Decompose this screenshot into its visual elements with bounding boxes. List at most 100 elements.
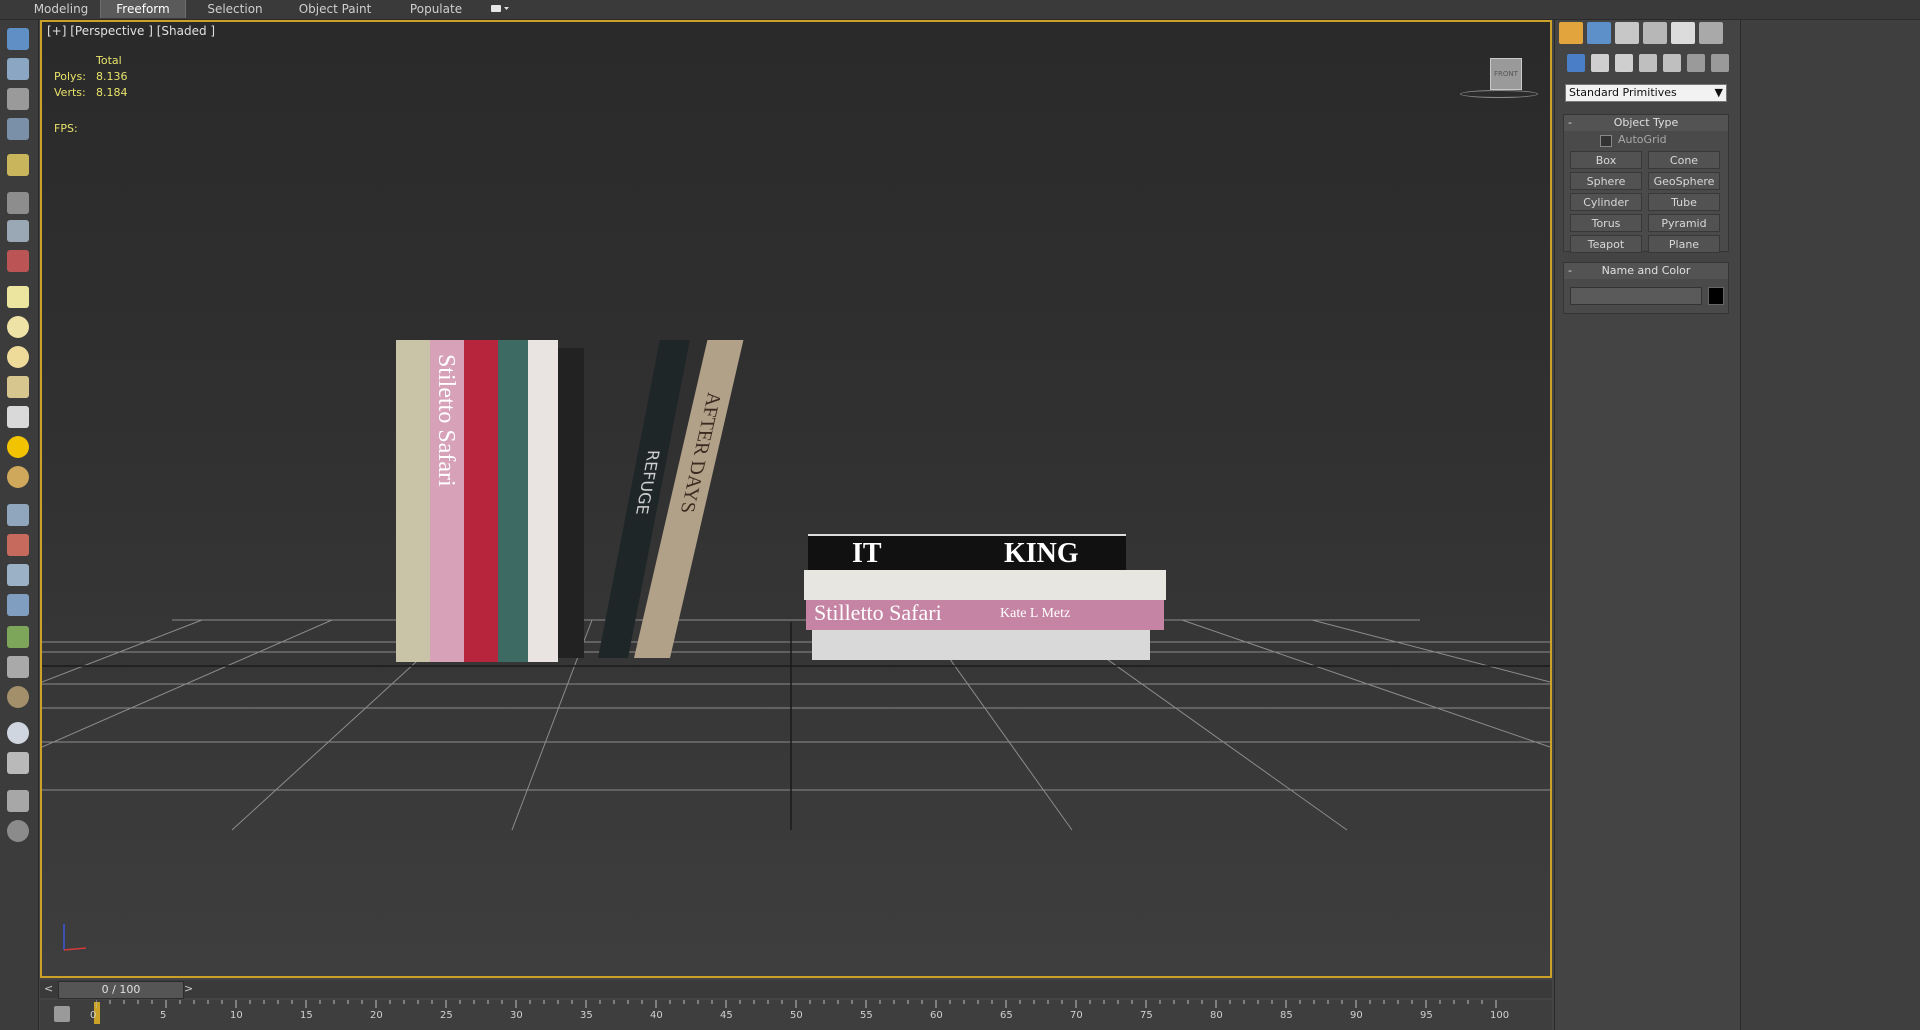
mesh-icon[interactable] — [7, 564, 29, 586]
perspective-viewport[interactable]: [+] [Perspective ] [Shaded ] Total Polys… — [40, 20, 1552, 978]
help-icon[interactable] — [7, 820, 29, 842]
checker-icon[interactable] — [7, 752, 29, 774]
teapot-object-icon[interactable] — [7, 376, 29, 398]
mini-curve-editor-icon[interactable] — [54, 1006, 70, 1022]
viewcube-face-label: FRONT — [1494, 70, 1518, 78]
book-stack-white[interactable] — [804, 570, 1166, 600]
teapot-icon[interactable] — [7, 28, 29, 50]
shader-ball-icon[interactable] — [7, 722, 29, 744]
sphere-icon[interactable] — [7, 346, 29, 368]
time-slider-bar[interactable]: < 0 / 100 > — [40, 980, 1552, 999]
stats-header: Total — [96, 54, 122, 67]
book-stack-stiletto-safari[interactable]: Stilletto Safari Kate L Metz — [806, 600, 1164, 630]
book-it-title: IT — [852, 538, 882, 569]
shapes-icon[interactable] — [1591, 54, 1609, 72]
primitives-dropdown[interactable]: Standard Primitives ▼ — [1565, 84, 1727, 102]
track-tick-label: 70 — [1070, 1010, 1083, 1021]
book-green-spine[interactable] — [396, 340, 430, 662]
script-icon[interactable] — [7, 790, 29, 812]
record-icon[interactable] — [7, 250, 29, 272]
book-stack-author: Kate L Metz — [1000, 606, 1071, 621]
teapot-button[interactable]: Teapot — [1570, 235, 1642, 253]
helper-icon[interactable] — [7, 220, 29, 242]
space-warps-icon[interactable] — [1687, 54, 1705, 72]
ellipse-icon[interactable] — [7, 316, 29, 338]
cone-button[interactable]: Cone — [1648, 151, 1720, 169]
viewcube-ring[interactable] — [1460, 90, 1538, 98]
prev-frame-button[interactable]: < — [44, 982, 58, 996]
geosphere-button[interactable]: GeoSphere — [1648, 172, 1720, 190]
camera-icon[interactable] — [7, 192, 29, 214]
book-stack-top[interactable]: IT KING — [808, 534, 1126, 572]
next-frame-button[interactable]: > — [184, 982, 198, 996]
tab-populate[interactable]: Populate — [398, 0, 474, 18]
book-stiletto-safari[interactable]: Stiletto Safari — [430, 340, 464, 662]
track-tick-label: 20 — [370, 1010, 383, 1021]
tab-object-paint[interactable]: Object Paint — [290, 0, 380, 18]
cameras-icon[interactable] — [1639, 54, 1657, 72]
ribbon-options-dropdown[interactable] — [490, 3, 512, 15]
plane-icon[interactable] — [7, 286, 29, 308]
object-type-header[interactable]: - Object Type — [1564, 115, 1728, 131]
material-icon[interactable] — [7, 686, 29, 708]
command-panel: Standard Primitives ▼ - Object Type AutoG… — [1554, 20, 1741, 1030]
torus-button[interactable]: Torus — [1570, 214, 1642, 232]
book-stack-bottom[interactable] — [812, 630, 1150, 660]
list-icon[interactable] — [7, 88, 29, 110]
plane-button[interactable]: Plane — [1648, 235, 1720, 253]
tab-selection[interactable]: Selection — [196, 0, 274, 18]
sphere-button[interactable]: Sphere — [1570, 172, 1642, 190]
name-color-rollout: - Name and Color — [1563, 262, 1729, 314]
tab-freeform[interactable]: Freeform — [100, 0, 186, 18]
object-color-swatch[interactable] — [1708, 287, 1724, 305]
box-button[interactable]: Box — [1570, 151, 1642, 169]
book-after-days-title: AFTER DAYS — [675, 392, 726, 513]
primitives-dropdown-value: Standard Primitives — [1569, 86, 1677, 99]
name-color-title: Name and Color — [1601, 264, 1691, 277]
book-teal-spine[interactable] — [498, 340, 528, 662]
track-tick-label: 65 — [1000, 1010, 1013, 1021]
viewcube[interactable]: FRONT — [1490, 58, 1522, 90]
create-tab-icon[interactable] — [1559, 22, 1583, 44]
book-white-spine[interactable] — [528, 340, 558, 662]
home-grid — [42, 619, 1550, 831]
tube-button[interactable]: Tube — [1648, 193, 1720, 211]
motion-tab-icon[interactable] — [1643, 22, 1667, 44]
systems-icon[interactable] — [1711, 54, 1729, 72]
grid-table-icon[interactable] — [7, 118, 29, 140]
pyramid-button[interactable]: Pyramid — [1648, 214, 1720, 232]
tab-modeling[interactable]: Modeling — [22, 0, 100, 18]
plant-icon[interactable] — [7, 626, 29, 648]
book-dark-spine[interactable] — [558, 348, 584, 658]
utilities-tab-icon[interactable] — [1699, 22, 1723, 44]
hair-icon[interactable] — [7, 504, 29, 526]
gear-icon[interactable] — [7, 594, 29, 616]
chevron-down-icon: ▼ — [1714, 86, 1723, 99]
polys-label: Polys: — [54, 70, 86, 83]
modify-tab-icon[interactable] — [1587, 22, 1611, 44]
torus-icon[interactable] — [7, 466, 29, 488]
sun-icon[interactable] — [7, 436, 29, 458]
hierarchy-tab-icon[interactable] — [1615, 22, 1639, 44]
render-frame-icon[interactable] — [7, 58, 29, 80]
lights-icon[interactable] — [1615, 54, 1633, 72]
track-bar[interactable]: 0 5 10 15 20 25 30 35 40 45 50 55 60 65 70 75 80 85 90 95 10… — [40, 1000, 1552, 1030]
ribbon-tabs: Modeling Freeform Selection Object Paint… — [0, 0, 1920, 20]
track-tick-label: 10 — [230, 1010, 243, 1021]
book-red-spine[interactable] — [464, 340, 498, 662]
viewport-label[interactable]: [+] [Perspective ] [Shaded ] — [47, 24, 215, 38]
cylinder-button[interactable]: Cylinder — [1570, 193, 1642, 211]
display-tab-icon[interactable] — [1671, 22, 1695, 44]
autogrid-checkbox[interactable] — [1600, 135, 1612, 147]
name-color-header[interactable]: - Name and Color — [1564, 263, 1728, 279]
object-name-input[interactable] — [1570, 287, 1702, 305]
geometry-icon[interactable] — [1567, 54, 1585, 72]
fps-label: FPS: — [54, 122, 78, 135]
track-tick-label: 0 — [90, 1010, 97, 1021]
helpers-icon[interactable] — [1663, 54, 1681, 72]
light-icon[interactable] — [7, 154, 29, 176]
hf-icon[interactable] — [7, 656, 29, 678]
time-slider-handle[interactable]: 0 / 100 — [58, 981, 184, 999]
cone-icon[interactable] — [7, 406, 29, 428]
tool-icon[interactable] — [7, 534, 29, 556]
